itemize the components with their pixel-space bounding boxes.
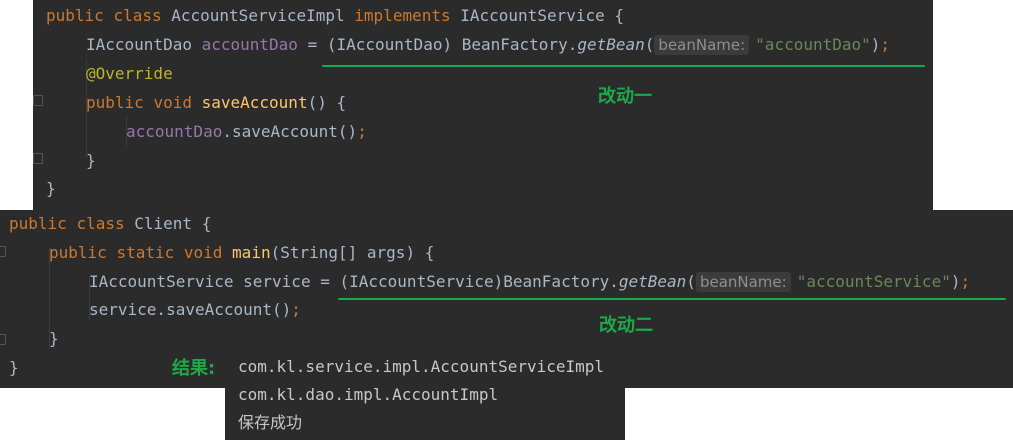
- brace: }: [46, 179, 56, 198]
- service-impl-code-panel: public class AccountServiceImpl implemen…: [33, 0, 933, 210]
- method-signature-rest: () {: [307, 93, 347, 112]
- brace: }: [9, 358, 19, 377]
- console-output-line: com.kl.service.impl.AccountServiceImpl: [238, 357, 605, 376]
- method-call: getBean: [577, 35, 645, 54]
- code-line-override-annotation: @Override: [86, 64, 173, 84]
- brace: {: [201, 214, 212, 233]
- keyword: static: [116, 243, 175, 262]
- field-name: accountDao: [126, 122, 223, 141]
- keyword: public: [9, 214, 67, 233]
- keyword: void: [153, 93, 192, 112]
- variable-name: service: [243, 272, 311, 291]
- keyword: class: [113, 6, 162, 25]
- operator: =: [320, 272, 330, 291]
- change-note-one: 改动一: [598, 86, 652, 107]
- semicolon: ;: [960, 272, 971, 291]
- type-name: IAccountDao: [86, 35, 192, 54]
- method-name: saveAccount: [201, 93, 308, 112]
- code-line-closing-brace: }: [9, 358, 19, 378]
- method-signature-rest: (String[] args) {: [270, 243, 435, 262]
- semicolon: ;: [357, 122, 367, 141]
- code-line-class-declaration: public class AccountServiceImpl implemen…: [46, 6, 624, 26]
- code-line-service-assignment: IAccountService service = (IAccountServi…: [89, 272, 970, 292]
- console-output-panel: com.kl.service.impl.AccountServiceImpl c…: [225, 352, 625, 440]
- change-underline: [338, 298, 1006, 300]
- method-call: .saveAccount(): [222, 122, 358, 141]
- keyword: public: [86, 93, 144, 112]
- brace: }: [49, 329, 59, 348]
- cast: (IAccountService): [339, 272, 504, 291]
- change-note-two: 改动二: [599, 315, 653, 336]
- interface-name: IAccountService: [460, 6, 605, 25]
- class-name: Client: [134, 214, 193, 233]
- code-line-main-declaration: public static void main(String[] args) {: [49, 243, 434, 263]
- code-line-method-declaration: public void saveAccount() {: [86, 93, 346, 113]
- string-literal: "accountDao": [755, 35, 871, 54]
- operator: =: [307, 35, 318, 54]
- cast: (IAccountDao): [326, 35, 453, 54]
- semicolon: ;: [880, 35, 891, 54]
- keyword: void: [183, 243, 223, 262]
- code-line-closing-brace: }: [86, 151, 96, 171]
- console-output-line: com.kl.dao.impl.AccountImpl: [238, 385, 499, 404]
- parameter-hint: beanName:: [654, 35, 750, 55]
- class-ref: BeanFactory.: [461, 35, 578, 54]
- fold-marker-icon[interactable]: [0, 246, 6, 257]
- class-name: AccountServiceImpl: [171, 6, 345, 25]
- result-label: 结果:: [172, 358, 216, 379]
- brace: {: [614, 6, 625, 25]
- change-underline: [322, 65, 925, 67]
- code-line-dao-assignment: IAccountDao accountDao = (IAccountDao) B…: [86, 35, 890, 55]
- keyword: public: [46, 6, 104, 25]
- keyword: public: [49, 243, 107, 262]
- console-output-line: 保存成功: [238, 413, 303, 432]
- method-name: main: [232, 243, 271, 262]
- fold-marker-icon[interactable]: [0, 334, 6, 345]
- method-call: service.saveAccount(): [89, 300, 292, 319]
- string-literal: "accountService": [796, 272, 951, 291]
- paren: (: [686, 272, 696, 291]
- class-ref: BeanFactory.: [503, 272, 619, 291]
- paren: (: [644, 35, 655, 54]
- annotation: @Override: [86, 64, 173, 83]
- keyword: implements: [354, 6, 451, 25]
- code-line-class-declaration: public class Client {: [9, 214, 211, 234]
- code-line-service-call: service.saveAccount();: [89, 300, 301, 320]
- fold-marker-icon[interactable]: [33, 95, 43, 106]
- code-line-closing-brace: }: [46, 179, 56, 199]
- code-line-closing-brace: }: [49, 329, 59, 349]
- keyword: class: [76, 214, 125, 233]
- fold-marker-icon[interactable]: [33, 153, 43, 164]
- code-line-method-body: accountDao.saveAccount();: [126, 122, 367, 142]
- parameter-hint: beanName:: [695, 272, 791, 292]
- paren: ): [870, 35, 881, 54]
- semicolon: ;: [291, 300, 301, 319]
- field-name: accountDao: [201, 35, 298, 54]
- method-call: getBean: [618, 272, 687, 291]
- brace: }: [86, 151, 96, 170]
- type-name: IAccountService: [89, 272, 234, 291]
